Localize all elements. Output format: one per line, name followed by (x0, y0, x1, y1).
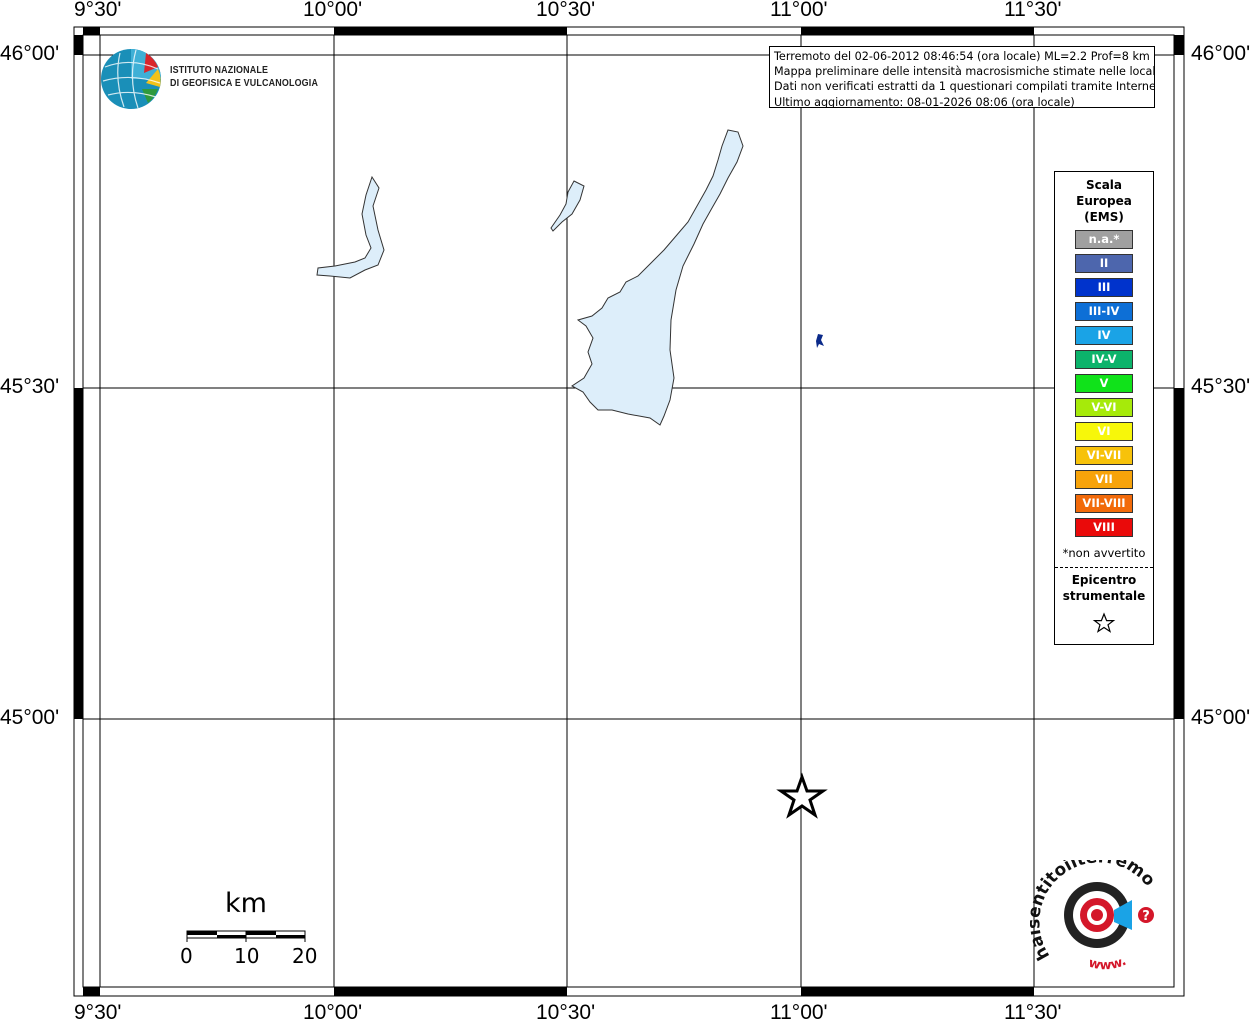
lon-label-top: 11°30' (1004, 0, 1062, 21)
legend-swatch: V-VI (1075, 398, 1133, 417)
lat-label-right: 46°00' (1191, 42, 1251, 65)
legend-swatch: VII (1075, 470, 1133, 489)
star-icon (1092, 612, 1116, 633)
lon-label-top: 11°00' (770, 0, 828, 21)
legend-swatch: III (1075, 278, 1133, 297)
info-line: Mappa preliminare delle intensità macros… (774, 65, 1155, 79)
legend-title: Scala Europea (EMS) (1055, 177, 1153, 225)
legend-swatch: IV (1075, 326, 1133, 345)
svg-text:www.: www. (1087, 954, 1129, 970)
event-title: Terremoto del 02-06-2012 08:46:54 (ora l… (774, 50, 1150, 63)
lon-label-top: 9°30' (74, 0, 122, 21)
legend-epi-line: strumentale (1062, 589, 1146, 603)
legend-swatch: III-IV (1075, 302, 1133, 321)
ingv-logo: ISTITUTO NAZIONALE DI GEOFISICA E VULCAN… (100, 47, 320, 111)
legend-swatch: IV-V (1075, 350, 1133, 369)
logo-line: DI GEOFISICA E VULCANOLOGIA (170, 77, 319, 89)
legend-divider (1055, 567, 1153, 568)
legend-swatch: VI (1075, 422, 1133, 441)
graticule (83, 35, 1174, 987)
scale-label: 0 (180, 944, 193, 968)
info-line: Dati non verificati estratti da 1 questi… (774, 80, 1155, 94)
map-inner-frame (82, 34, 1175, 988)
lake-garda (571, 129, 744, 426)
logo-line: ISTITUTO NAZIONALE (170, 64, 269, 76)
last-update: Ultimo aggiornamento: 08-01-2026 08:06 (… (774, 95, 1075, 108)
legend-swatch: V (1075, 374, 1133, 393)
legend-swatch: n.a.* (1075, 230, 1133, 249)
legend-swatch: VI-VII (1075, 446, 1133, 465)
legend-swatch: II (1075, 254, 1133, 273)
frame-ticks (74, 27, 1184, 996)
epicenter-star (776, 772, 828, 819)
badge-text: www. (1087, 954, 1129, 970)
lat-label-right: 45°30' (1191, 375, 1251, 398)
scale-bar (186, 930, 306, 942)
legend-epi-line: Epicentro (1071, 573, 1137, 587)
scale-unit: km (225, 888, 267, 919)
legend-title-line: Europea (1076, 194, 1132, 208)
lon-label-bottom: 11°30' (1004, 1001, 1062, 1024)
legend-note: *non avvertito (1062, 546, 1146, 560)
intensity-legend: Scala Europea (EMS) n.a.* II III III-IV IV IV… (1054, 171, 1154, 645)
intensity-point (816, 334, 824, 348)
legend-epicenter-label: Epicentro strumentale (1055, 572, 1153, 604)
lat-label-left: 46°00' (0, 42, 60, 65)
legend-title-line: Scala (1085, 178, 1123, 192)
haisentito-logo[interactable]: ? haisentitoilterremoto.it www. (1030, 860, 1160, 970)
legend-swatch: VIII (1075, 518, 1133, 537)
lat-label-left: 45°00' (0, 706, 60, 729)
lat-label-left: 45°30' (0, 375, 60, 398)
lon-label-bottom: 11°00' (770, 1001, 828, 1024)
lake-iseo (316, 175, 385, 279)
lon-label-bottom: 10°30' (536, 1001, 596, 1024)
svg-text:?: ? (1142, 909, 1150, 924)
map-outer-frame (73, 26, 1185, 997)
legend-title-line: (EMS) (1084, 210, 1124, 224)
intensity-map: 9°30' 10°00' 10°30' 11°00' 11°30' 9°30' … (0, 0, 1256, 1024)
lon-label-bottom: 10°00' (303, 1001, 363, 1024)
legend-swatch: VII-VIII (1075, 494, 1133, 513)
scale-label: 10 (234, 944, 260, 968)
lon-label-bottom: 9°30' (74, 1001, 122, 1024)
lon-label-top: 10°00' (303, 0, 363, 21)
lon-label-top: 10°30' (536, 0, 596, 21)
scale-label: 20 (292, 944, 318, 968)
event-info-box: Terremoto del 02-06-2012 08:46:54 (ora l… (769, 46, 1155, 108)
lat-label-right: 45°00' (1191, 706, 1251, 729)
logo-text: ISTITUTO NAZIONALE DI GEOFISICA E VULCAN… (170, 64, 318, 90)
globe-icon (101, 49, 161, 109)
